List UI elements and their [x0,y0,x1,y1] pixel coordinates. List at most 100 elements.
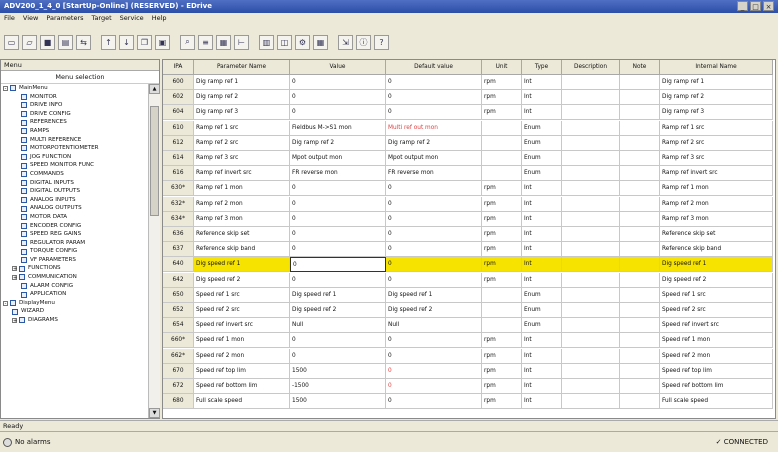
table-cell[interactable] [562,105,620,121]
table-cell[interactable]: 0 [290,348,386,364]
table-cell[interactable]: Dig ramp ref 1 [660,75,773,90]
menu-parameters[interactable]: Parameters [46,13,83,24]
table-cell[interactable]: Reference skip set [660,227,773,242]
menu-tree-item[interactable]: TORQUE CONFIG [1,247,147,256]
table-cell[interactable]: Int [522,227,562,242]
download-icon[interactable]: ↓ [119,34,134,50]
expand-icon[interactable]: + [12,266,17,272]
table-row[interactable]: 600 Dig ramp ref 1 0 0 rpm Int Dig ramp ref 1 [163,75,775,90]
table-cell[interactable]: Int [522,257,562,273]
table-cell[interactable]: 0 [386,105,482,121]
table-cell[interactable]: 0 [290,105,386,121]
table-cell[interactable]: Reference skip set [194,227,290,242]
collapse-icon[interactable]: - [3,300,8,306]
table-cell[interactable] [562,196,620,212]
table-cell[interactable]: Dig ramp ref 2 [194,90,290,106]
table-cell[interactable] [620,181,660,197]
table-cell[interactable]: Speed ref 1 src [194,287,290,303]
table-cell[interactable]: 614 [163,151,194,166]
table-cell[interactable]: Dig speed ref 2 [194,272,290,288]
table-cell[interactable] [562,135,620,151]
table-cell[interactable]: 637 [163,242,194,258]
table-cell[interactable]: 0 [386,181,482,197]
table-cell[interactable]: 0 [386,333,482,349]
table-cell[interactable]: rpm [482,363,522,379]
table-cell[interactable]: 632* [163,196,194,212]
table-cell[interactable] [482,135,522,151]
expand-icon[interactable]: + [12,274,17,280]
table-cell[interactable]: Speed ref 2 src [660,303,773,318]
table-cell[interactable]: 602 [163,90,194,106]
table-cell[interactable] [620,227,660,242]
menu-tree-item[interactable]: MOTORPOTENTIOMETER [1,144,147,153]
menu-tree-item[interactable]: APPLICATION [1,290,147,299]
table-cell[interactable]: FR reverse mon [290,166,386,182]
table-cell[interactable] [620,363,660,379]
column-header[interactable]: Internal Name [660,60,773,75]
table-cell[interactable]: 680 [163,394,194,410]
table-cell[interactable]: rpm [482,105,522,121]
menu-tree-item[interactable]: DRIVE INFO [1,101,147,110]
column-header[interactable]: Default value [386,60,482,75]
menu-tree-item[interactable]: ENCODER CONFIG [1,222,147,231]
table-cell[interactable]: Enum [522,303,562,318]
chart-icon[interactable]: ▥ [259,34,274,50]
table-cell[interactable]: Speed ref top lim [660,363,773,379]
table-cell[interactable]: Ramp ref 2 src [660,135,773,151]
menu-scrollbar[interactable]: ▲ ▼ [148,84,160,418]
table-cell[interactable]: 0 [386,227,482,242]
table-cell[interactable]: Enum [522,318,562,334]
table-cell[interactable]: Int [522,105,562,121]
menu-tree-item[interactable]: WIZARD [1,307,147,316]
table-cell[interactable]: rpm [482,211,522,227]
table-cell[interactable]: rpm [482,257,522,273]
menu-tree-item[interactable]: MONITOR [1,93,147,102]
table-cell[interactable] [562,242,620,258]
table-cell[interactable] [482,318,522,334]
table-cell[interactable]: Enum [522,166,562,182]
table-cell[interactable] [562,363,620,379]
table-cell[interactable] [562,287,620,303]
column-header[interactable]: IPA [163,60,194,75]
table-cell[interactable]: 1500 [290,394,386,410]
export-icon[interactable]: ⇲ [338,34,353,50]
collapse-icon[interactable]: - [3,85,8,91]
table-cell[interactable]: 0 [290,90,386,106]
table-row[interactable]: 640 Dig speed ref 1 0 0 rpm Int Dig speed ref … [163,257,775,273]
menu-tree-item[interactable]: DIGITAL OUTPUTS [1,187,147,196]
table-cell[interactable]: 612 [163,135,194,151]
table-cell[interactable]: Full scale speed [660,394,773,410]
table-row[interactable]: 654 Speed ref invert src Null Null Enum Speed… [163,318,775,334]
table-cell[interactable]: Int [522,75,562,90]
menu-tree-item[interactable]: SPEED REG GAINS [1,230,147,239]
menu-tree-item[interactable]: SPEED MONITOR FUNC [1,161,147,170]
table-cell[interactable]: Int [522,272,562,288]
table-row[interactable]: 642 Dig speed ref 2 0 0 rpm Int Dig speed ref … [163,272,775,288]
table-cell[interactable]: Ramp ref 1 mon [194,181,290,197]
minimize-button[interactable]: _ [737,1,748,11]
grid-icon[interactable]: ▦ [216,34,231,50]
table-cell[interactable]: Mpot output mon [386,151,482,166]
table-cell[interactable] [562,333,620,349]
new-icon[interactable]: ▭ [4,34,19,50]
table-cell[interactable]: 636 [163,227,194,242]
column-header[interactable]: Type [522,60,562,75]
menu-tree-item[interactable]: DRIVE CONFIG [1,110,147,119]
table-cell[interactable]: 634* [163,211,194,227]
table-cell[interactable]: Dig speed ref 1 [194,257,290,273]
menu-file[interactable]: File [4,13,15,24]
table-cell[interactable]: 672 [163,379,194,394]
column-header[interactable]: Value [290,60,386,75]
menu-tree-item[interactable]: ALARM CONFIG [1,282,147,291]
table-cell[interactable]: Int [522,333,562,349]
table-cell[interactable]: Speed ref bottom lim [194,379,290,394]
table-cell[interactable]: Dig ramp ref 1 [194,75,290,90]
table-cell[interactable] [482,166,522,182]
table-cell[interactable]: Dig speed ref 1 [290,287,386,303]
table-cell[interactable]: rpm [482,75,522,90]
table-cell[interactable] [562,166,620,182]
table-cell[interactable] [620,348,660,364]
column-header[interactable]: Description [562,60,620,75]
table-cell[interactable]: Dig ramp ref 2 [660,90,773,106]
table-cell[interactable] [562,348,620,364]
